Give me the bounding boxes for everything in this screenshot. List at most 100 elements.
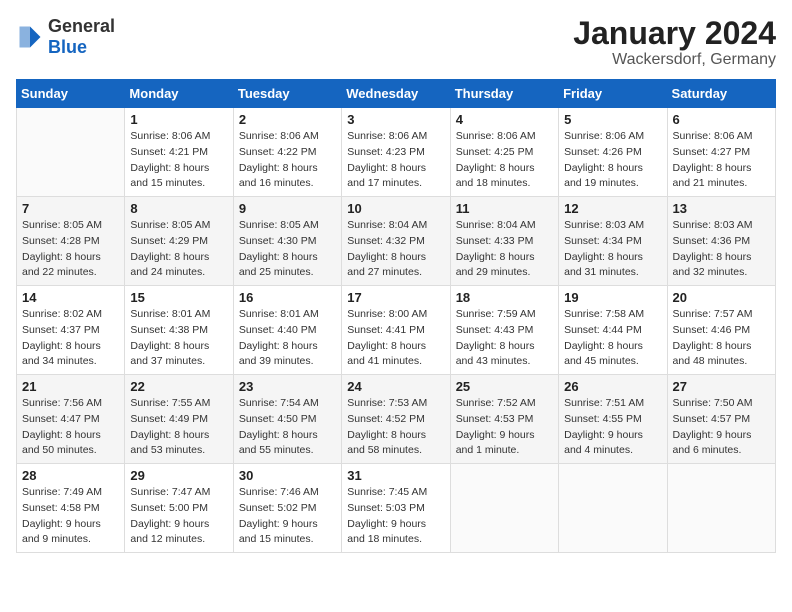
calendar-cell: [559, 464, 667, 553]
column-header-saturday: Saturday: [667, 80, 775, 108]
column-header-friday: Friday: [559, 80, 667, 108]
day-info: Sunrise: 7:54 AM Sunset: 4:50 PM Dayligh…: [239, 396, 336, 459]
day-number: 27: [673, 379, 770, 394]
day-info: Sunrise: 7:45 AM Sunset: 5:03 PM Dayligh…: [347, 485, 444, 548]
day-number: 30: [239, 468, 336, 483]
calendar-cell: 9 Sunrise: 8:05 AM Sunset: 4:30 PM Daylig…: [233, 197, 341, 286]
day-number: 6: [673, 112, 770, 127]
day-number: 12: [564, 201, 661, 216]
calendar-cell: 23 Sunrise: 7:54 AM Sunset: 4:50 PM Dayli…: [233, 375, 341, 464]
day-number: 31: [347, 468, 444, 483]
day-number: 24: [347, 379, 444, 394]
calendar-cell: 20Sunrise: 7:57 AM Sunset: 4:46 PM Dayli…: [667, 286, 775, 375]
day-number: 11: [456, 201, 553, 216]
day-number: 19: [564, 290, 661, 305]
calendar-cell: 17 Sunrise: 8:00 AM Sunset: 4:41 PM Dayli…: [342, 286, 450, 375]
calendar-table: SundayMondayTuesdayWednesdayThursdayFrid…: [16, 79, 776, 553]
calendar-cell: 31 Sunrise: 7:45 AM Sunset: 5:03 PM Dayli…: [342, 464, 450, 553]
day-number: 23: [239, 379, 336, 394]
day-number: 8: [130, 201, 227, 216]
day-info: Sunrise: 8:02 AM Sunset: 4:37 PM Dayligh…: [22, 307, 119, 370]
day-number: 7: [22, 201, 119, 216]
day-info: Sunrise: 7:52 AM Sunset: 4:53 PM Dayligh…: [456, 396, 553, 459]
day-number: 15: [130, 290, 227, 305]
calendar-cell: 1 Sunrise: 8:06 AM Sunset: 4:21 PM Daylig…: [125, 108, 233, 197]
day-info: Sunrise: 8:01 AM Sunset: 4:40 PM Dayligh…: [239, 307, 336, 370]
calendar-cell: 7Sunrise: 8:05 AM Sunset: 4:28 PM Daylig…: [17, 197, 125, 286]
day-number: 26: [564, 379, 661, 394]
day-info: Sunrise: 7:47 AM Sunset: 5:00 PM Dayligh…: [130, 485, 227, 548]
calendar-week-row: 14 Sunrise: 8:02 AM Sunset: 4:37 PM Dayli…: [17, 286, 776, 375]
day-info: Sunrise: 8:06 AM Sunset: 4:27 PM Dayligh…: [673, 129, 770, 192]
column-header-monday: Monday: [125, 80, 233, 108]
calendar-cell: 15 Sunrise: 8:01 AM Sunset: 4:38 PM Dayli…: [125, 286, 233, 375]
day-info: Sunrise: 8:06 AM Sunset: 4:25 PM Dayligh…: [456, 129, 553, 192]
calendar-cell: 16Sunrise: 8:01 AM Sunset: 4:40 PM Dayli…: [233, 286, 341, 375]
calendar-cell: 2 Sunrise: 8:06 AM Sunset: 4:22 PM Daylig…: [233, 108, 341, 197]
day-info: Sunrise: 8:06 AM Sunset: 4:22 PM Dayligh…: [239, 129, 336, 192]
calendar-cell: 12Sunrise: 8:03 AM Sunset: 4:34 PM Dayli…: [559, 197, 667, 286]
day-number: 29: [130, 468, 227, 483]
calendar-cell: 29 Sunrise: 7:47 AM Sunset: 5:00 PM Dayli…: [125, 464, 233, 553]
day-number: 2: [239, 112, 336, 127]
logo-general: General: [48, 16, 115, 36]
column-header-sunday: Sunday: [17, 80, 125, 108]
calendar-cell: 21Sunrise: 7:56 AM Sunset: 4:47 PM Dayli…: [17, 375, 125, 464]
day-info: Sunrise: 7:49 AM Sunset: 4:58 PM Dayligh…: [22, 485, 119, 548]
day-number: 18: [456, 290, 553, 305]
day-info: Sunrise: 7:58 AM Sunset: 4:44 PM Dayligh…: [564, 307, 661, 370]
day-info: Sunrise: 8:06 AM Sunset: 4:26 PM Dayligh…: [564, 129, 661, 192]
day-number: 28: [22, 468, 119, 483]
calendar-cell: 24 Sunrise: 7:53 AM Sunset: 4:52 PM Dayli…: [342, 375, 450, 464]
calendar-cell: 10 Sunrise: 8:04 AM Sunset: 4:32 PM Dayli…: [342, 197, 450, 286]
calendar-cell: 14 Sunrise: 8:02 AM Sunset: 4:37 PM Dayli…: [17, 286, 125, 375]
day-number: 4: [456, 112, 553, 127]
calendar-subtitle: Wackersdorf, Germany: [573, 51, 776, 69]
day-info: Sunrise: 8:01 AM Sunset: 4:38 PM Dayligh…: [130, 307, 227, 370]
day-info: Sunrise: 7:56 AM Sunset: 4:47 PM Dayligh…: [22, 396, 119, 459]
calendar-week-row: 21Sunrise: 7:56 AM Sunset: 4:47 PM Dayli…: [17, 375, 776, 464]
calendar-header-row: SundayMondayTuesdayWednesdayThursdayFrid…: [17, 80, 776, 108]
calendar-week-row: 28 Sunrise: 7:49 AM Sunset: 4:58 PM Dayli…: [17, 464, 776, 553]
day-info: Sunrise: 7:51 AM Sunset: 4:55 PM Dayligh…: [564, 396, 661, 459]
day-info: Sunrise: 8:05 AM Sunset: 4:29 PM Dayligh…: [130, 218, 227, 281]
day-info: Sunrise: 7:59 AM Sunset: 4:43 PM Dayligh…: [456, 307, 553, 370]
calendar-cell: 27Sunrise: 7:50 AM Sunset: 4:57 PM Dayli…: [667, 375, 775, 464]
calendar-cell: 3 Sunrise: 8:06 AM Sunset: 4:23 PM Daylig…: [342, 108, 450, 197]
calendar-cell: 28 Sunrise: 7:49 AM Sunset: 4:58 PM Dayli…: [17, 464, 125, 553]
day-info: Sunrise: 8:05 AM Sunset: 4:30 PM Dayligh…: [239, 218, 336, 281]
header: General Blue January 2024 Wackersdorf, G…: [16, 16, 776, 69]
calendar-cell: 26 Sunrise: 7:51 AM Sunset: 4:55 PM Dayli…: [559, 375, 667, 464]
calendar-title: January 2024: [573, 16, 776, 51]
logo-icon: [16, 23, 44, 51]
day-info: Sunrise: 8:04 AM Sunset: 4:32 PM Dayligh…: [347, 218, 444, 281]
day-info: Sunrise: 8:04 AM Sunset: 4:33 PM Dayligh…: [456, 218, 553, 281]
day-info: Sunrise: 8:03 AM Sunset: 4:36 PM Dayligh…: [673, 218, 770, 281]
day-number: 5: [564, 112, 661, 127]
calendar-cell: 30 Sunrise: 7:46 AM Sunset: 5:02 PM Dayli…: [233, 464, 341, 553]
day-number: 3: [347, 112, 444, 127]
logo: General Blue: [16, 16, 115, 58]
title-block: January 2024 Wackersdorf, Germany: [573, 16, 776, 69]
day-number: 9: [239, 201, 336, 216]
calendar-cell: 6 Sunrise: 8:06 AM Sunset: 4:27 PM Daylig…: [667, 108, 775, 197]
calendar-week-row: 7Sunrise: 8:05 AM Sunset: 4:28 PM Daylig…: [17, 197, 776, 286]
day-number: 22: [130, 379, 227, 394]
day-info: Sunrise: 8:06 AM Sunset: 4:21 PM Dayligh…: [130, 129, 227, 192]
column-header-thursday: Thursday: [450, 80, 558, 108]
day-number: 13: [673, 201, 770, 216]
day-number: 14: [22, 290, 119, 305]
day-info: Sunrise: 7:55 AM Sunset: 4:49 PM Dayligh…: [130, 396, 227, 459]
day-number: 10: [347, 201, 444, 216]
day-info: Sunrise: 7:46 AM Sunset: 5:02 PM Dayligh…: [239, 485, 336, 548]
calendar-cell: 11 Sunrise: 8:04 AM Sunset: 4:33 PM Dayli…: [450, 197, 558, 286]
day-number: 17: [347, 290, 444, 305]
day-info: Sunrise: 8:00 AM Sunset: 4:41 PM Dayligh…: [347, 307, 444, 370]
day-number: 1: [130, 112, 227, 127]
day-info: Sunrise: 8:06 AM Sunset: 4:23 PM Dayligh…: [347, 129, 444, 192]
day-info: Sunrise: 7:53 AM Sunset: 4:52 PM Dayligh…: [347, 396, 444, 459]
calendar-cell: 19 Sunrise: 7:58 AM Sunset: 4:44 PM Dayli…: [559, 286, 667, 375]
calendar-cell: 18 Sunrise: 7:59 AM Sunset: 4:43 PM Dayli…: [450, 286, 558, 375]
calendar-cell: 22 Sunrise: 7:55 AM Sunset: 4:49 PM Dayli…: [125, 375, 233, 464]
column-header-wednesday: Wednesday: [342, 80, 450, 108]
